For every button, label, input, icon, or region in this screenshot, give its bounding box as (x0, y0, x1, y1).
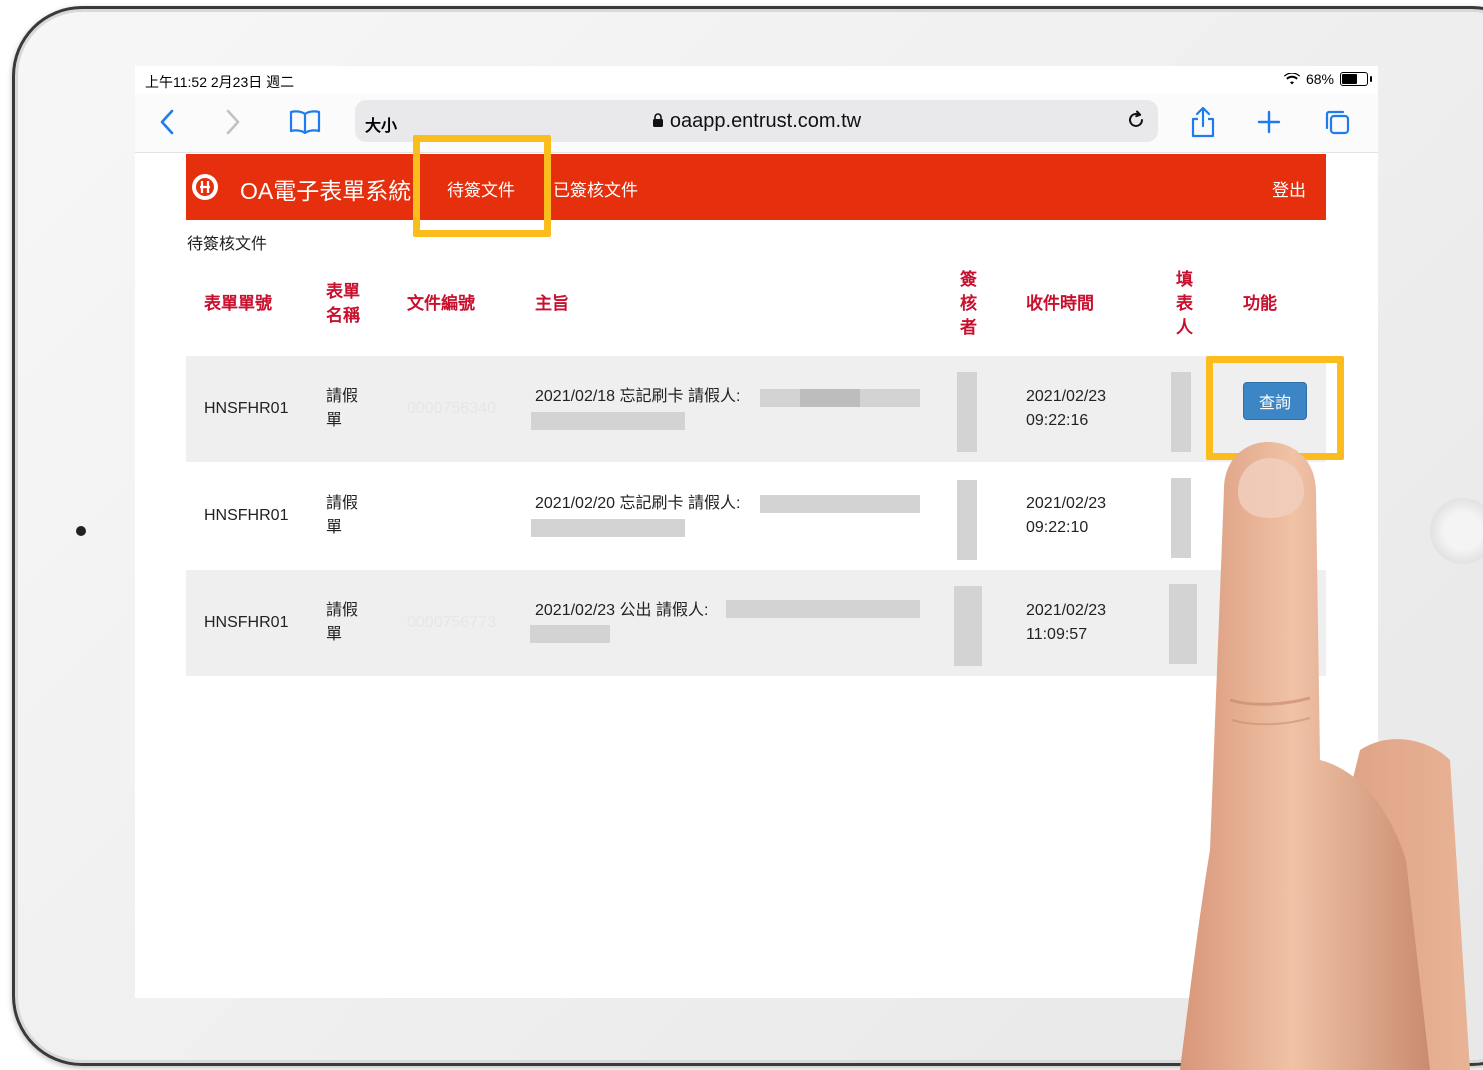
back-icon[interactable] (151, 106, 183, 138)
forward-icon[interactable] (217, 106, 249, 138)
redacted-name (531, 519, 685, 537)
status-time: 上午11:52 2月23日 週二 (145, 74, 295, 90)
cell-doc-no: 0000756340 (407, 400, 496, 417)
cell-subject: 2021/02/18 忘記刷卡 請假人: (535, 388, 741, 405)
redacted-filler (1171, 478, 1191, 558)
tabs-icon[interactable] (1321, 106, 1353, 138)
logout-link[interactable]: 登出 (1272, 176, 1306, 201)
redacted-filler (1169, 584, 1197, 664)
bookmarks-icon[interactable] (289, 106, 321, 138)
share-icon[interactable] (1187, 106, 1219, 138)
new-tab-icon[interactable] (1253, 106, 1285, 138)
cell-received-date: 2021/02/23 (1026, 495, 1107, 512)
redacted-name (726, 600, 920, 618)
header-form-name: 表單名稱 (326, 282, 360, 325)
cell-form-name: 請假單 (326, 495, 359, 536)
browser-toolbar: 大小 oaapp.entrust.com.tw (135, 94, 1378, 153)
table-row: HNSFHR01 請假單 2021/02/20 忘記刷卡 請假人: 2021/0… (186, 462, 1326, 568)
home-indicator-dot (76, 526, 86, 536)
lock-icon (652, 113, 663, 127)
header-form-no: 表單單號 (204, 294, 272, 313)
battery-fill (1342, 74, 1357, 84)
redacted-name (530, 625, 610, 643)
header-received-time: 收件時間 (1026, 294, 1094, 313)
redacted-name-part (800, 389, 860, 407)
redacted-filler (1171, 372, 1191, 452)
section-title: 待簽核文件 (187, 236, 268, 253)
redacted-approver (957, 372, 977, 452)
tablet-screen: 上午11:52 2月23日 週二 68% 大小 oaapp.entrust.co… (135, 66, 1378, 998)
battery-icon (1340, 72, 1372, 86)
cell-form-no: HNSFHR01 (204, 507, 289, 524)
status-right: 68% (1283, 71, 1372, 87)
cell-subject: 2021/02/20 忘記刷卡 請假人: (535, 495, 741, 512)
brand-title: OA電子表單系統 (240, 178, 412, 204)
cell-doc-no: 0000756773 (407, 614, 496, 631)
cell-received-date: 2021/02/23 (1026, 602, 1107, 619)
tab-signed-documents[interactable]: 已簽核文件 (553, 176, 638, 201)
cell-form-no: HNSFHR01 (204, 614, 289, 631)
redacted-approver (957, 480, 977, 560)
app-navbar: OA電子表單系統 待簽文件 已簽核文件 登出 (186, 154, 1326, 220)
battery-percent: 68% (1305, 71, 1334, 87)
cell-form-no: HNSFHR01 (204, 400, 289, 417)
redacted-name (531, 412, 685, 430)
highlight-query-button (1206, 356, 1344, 460)
cell-received-date: 2021/02/23 (1026, 388, 1107, 405)
cell-form-name: 請假單 (326, 388, 359, 429)
table-row: HNSFHR01 請假單 0000756773 2021/02/23 公出 請假… (186, 570, 1326, 676)
brand-logo-icon (192, 174, 218, 200)
url-text: oaapp.entrust.com.tw (669, 110, 862, 132)
header-subject: 主旨 (535, 294, 569, 313)
redacted-name (760, 495, 920, 513)
cell-received-time: 09:22:16 (1026, 412, 1089, 429)
header-approver: 簽核者 (960, 270, 977, 337)
cell-form-name: 請假單 (326, 602, 359, 643)
cell-subject: 2021/02/23 公出 請假人: (535, 602, 709, 619)
cell-received-time: 09:22:10 (1026, 519, 1089, 536)
reload-icon[interactable] (1126, 108, 1146, 136)
url-display[interactable]: oaapp.entrust.com.tw (355, 110, 1158, 133)
cell-received-time: 11:09:57 (1026, 626, 1088, 643)
header-action: 功能 (1243, 294, 1277, 313)
header-filler: 填表人 (1176, 270, 1193, 337)
wifi-icon (1283, 73, 1300, 85)
table-row: HNSFHR01 請假單 0000756340 2021/02/18 忘記刷卡 … (186, 356, 1326, 462)
highlight-pending-tab (413, 135, 551, 237)
header-doc-no: 文件編號 (407, 294, 475, 313)
status-bar: 上午11:52 2月23日 週二 68% (135, 66, 1378, 94)
redacted-approver (954, 586, 982, 666)
